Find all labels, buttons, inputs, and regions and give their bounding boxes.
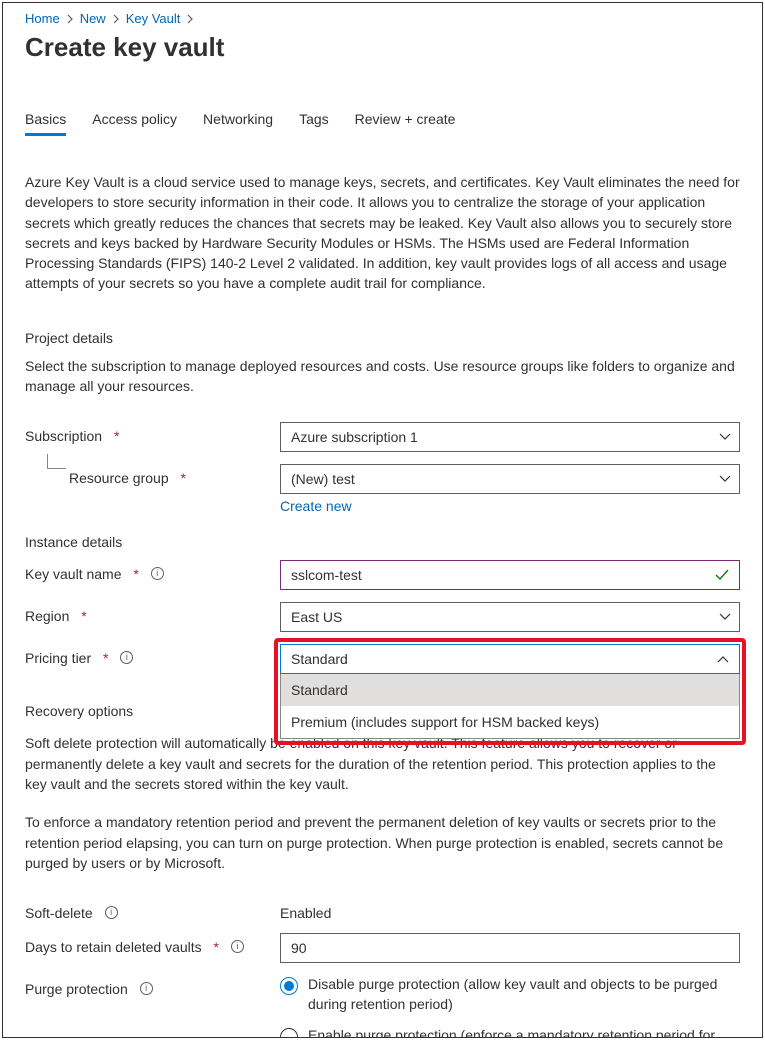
subscription-select[interactable]: Azure subscription 1 xyxy=(280,422,740,452)
info-icon[interactable]: i xyxy=(151,567,164,580)
tab-networking[interactable]: Networking xyxy=(203,111,273,136)
resource-group-select[interactable]: (New) test xyxy=(280,464,740,494)
page-title: Create key vault xyxy=(25,32,740,63)
pricing-option-premium[interactable]: Premium (includes support for HSM backed… xyxy=(281,706,739,738)
breadcrumb-new[interactable]: New xyxy=(80,11,106,26)
info-icon[interactable]: i xyxy=(231,940,244,953)
breadcrumb-key-vault[interactable]: Key Vault xyxy=(126,11,181,26)
project-details-heading: Project details xyxy=(25,330,740,346)
recovery-desc-2: To enforce a mandatory retention period … xyxy=(25,812,740,873)
chevron-right-icon xyxy=(112,14,120,24)
purge-disable-label: Disable purge protection (allow key vaul… xyxy=(308,975,740,1014)
chevron-down-icon xyxy=(719,613,731,621)
chevron-up-icon xyxy=(717,655,729,663)
key-vault-name-label: Key vault name * i xyxy=(25,560,280,582)
purge-enable-label: Enable purge protection (enforce a manda… xyxy=(308,1026,740,1038)
days-retain-input[interactable]: 90 xyxy=(280,933,740,963)
pricing-tier-dropdown: Standard Premium (includes support for H… xyxy=(280,674,740,739)
recovery-desc-1: Soft delete protection will automaticall… xyxy=(25,733,740,794)
chevron-right-icon xyxy=(186,14,194,24)
tab-review-create[interactable]: Review + create xyxy=(355,111,456,136)
tab-tags[interactable]: Tags xyxy=(299,111,329,136)
region-label: Region * xyxy=(25,602,280,624)
intro-text: Azure Key Vault is a cloud service used … xyxy=(25,172,740,294)
chevron-right-icon xyxy=(66,14,74,24)
purge-enable-radio[interactable] xyxy=(280,1028,298,1038)
tab-basics[interactable]: Basics xyxy=(25,111,66,136)
breadcrumb: Home New Key Vault xyxy=(25,3,740,26)
resource-group-label: Resource group * xyxy=(25,464,280,486)
key-vault-name-input[interactable]: sslcom-test xyxy=(280,560,740,590)
pricing-option-standard[interactable]: Standard xyxy=(281,674,739,706)
soft-delete-label: Soft-delete i xyxy=(25,899,280,921)
project-details-desc: Select the subscription to manage deploy… xyxy=(25,356,740,397)
instance-details-heading: Instance details xyxy=(25,534,740,550)
soft-delete-value: Enabled xyxy=(280,899,740,921)
purge-disable-radio[interactable] xyxy=(280,977,298,995)
info-icon[interactable]: i xyxy=(105,906,118,919)
create-new-link[interactable]: Create new xyxy=(280,498,352,514)
breadcrumb-home[interactable]: Home xyxy=(25,11,60,26)
chevron-down-icon xyxy=(719,475,731,483)
tab-access-policy[interactable]: Access policy xyxy=(92,111,177,136)
purge-protection-label: Purge protection i xyxy=(25,975,280,997)
info-icon[interactable]: i xyxy=(120,651,133,664)
pricing-tier-select[interactable]: Standard xyxy=(280,644,740,674)
chevron-down-icon xyxy=(719,433,731,441)
subscription-label: Subscription * xyxy=(25,422,280,444)
tabs: Basics Access policy Networking Tags Rev… xyxy=(25,111,740,136)
days-retain-label: Days to retain deleted vaults * i xyxy=(25,933,280,955)
checkmark-icon xyxy=(715,569,729,581)
region-select[interactable]: East US xyxy=(280,602,740,632)
pricing-tier-label: Pricing tier * i xyxy=(25,644,280,666)
info-icon[interactable]: i xyxy=(140,982,153,995)
